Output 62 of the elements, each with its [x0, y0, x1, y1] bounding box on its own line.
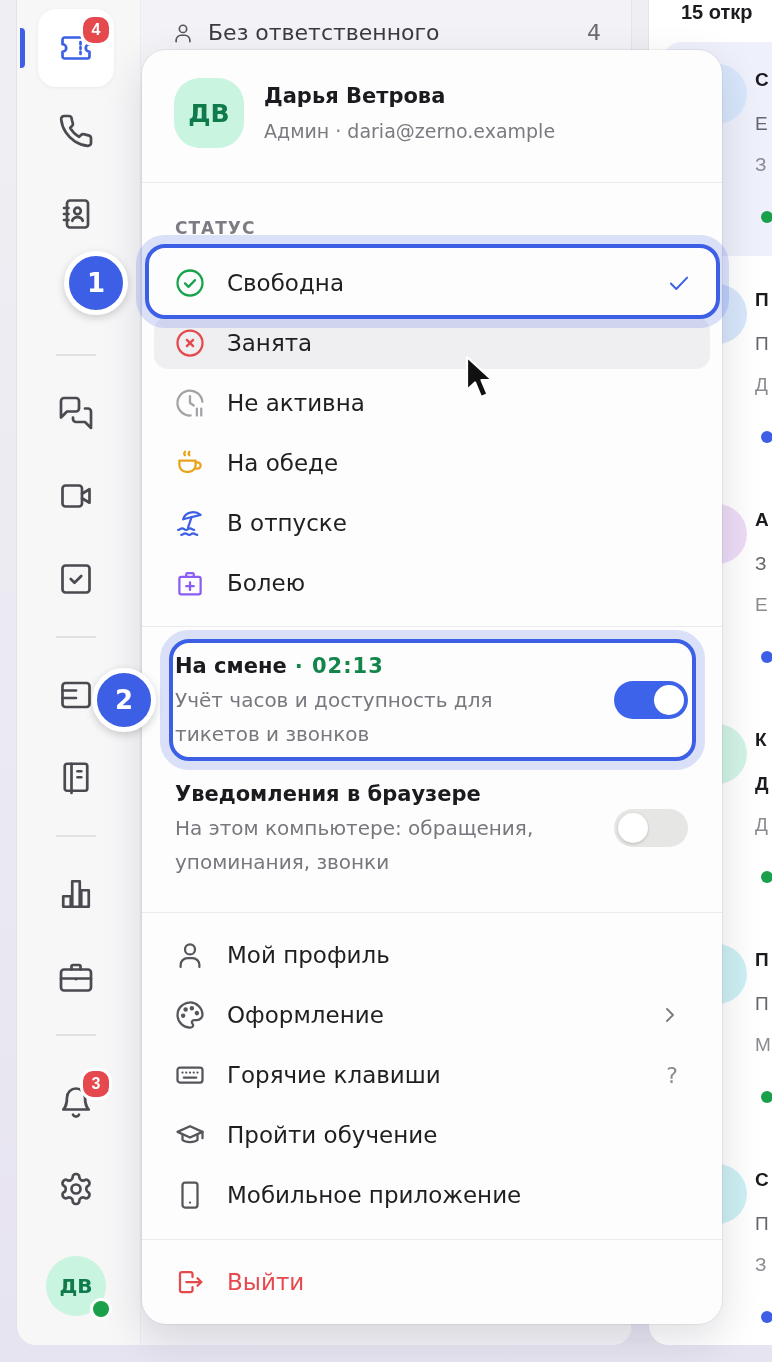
shift-timer: · 02:13	[294, 653, 384, 680]
user-name: Дарья Ветрова	[264, 82, 447, 110]
toggle-switch[interactable]	[614, 681, 688, 719]
ticket-line: М	[755, 1033, 771, 1057]
menu-item[interactable]: Мобильное приложение	[227, 1180, 682, 1210]
ticket-line: Д	[755, 373, 768, 397]
settings-icon	[58, 1171, 94, 1207]
ticket-line: Д	[755, 772, 769, 796]
ticket-line: З	[755, 552, 767, 576]
section-heading: СТАТУС	[174, 218, 257, 238]
queue-label[interactable]: Без ответственного	[208, 20, 440, 46]
checkbox-icon	[58, 561, 94, 597]
ticket-line: Д	[755, 813, 768, 837]
user-avatar[interactable]: ДВ	[46, 1256, 106, 1316]
clock-pause-icon	[175, 388, 205, 418]
phone-icon	[58, 113, 94, 149]
setting-title: Уведомления в браузере	[175, 781, 481, 808]
ticket-line: Е	[755, 112, 768, 136]
ticket-line: Е	[755, 593, 768, 617]
ticket-title: А	[755, 508, 769, 532]
menu-item[interactable]: Горячие клавиши	[227, 1060, 645, 1090]
nav-button[interactable]	[58, 395, 94, 431]
panel-title: 15 откр	[680, 0, 754, 24]
menu-item[interactable]: Пройти обучение	[227, 1120, 682, 1150]
x-circle-icon	[175, 328, 205, 358]
ticket-line: П	[755, 332, 769, 356]
queue-count: 4	[587, 20, 601, 46]
ticket-line: З	[755, 153, 767, 177]
nav-button[interactable]	[58, 113, 94, 149]
logout-item[interactable]: Выйти	[227, 1267, 682, 1297]
setting-description: Учёт часов и доступность для тикетов и звонков	[175, 687, 494, 748]
menu-item[interactable]: Оформление	[227, 1000, 636, 1030]
palette-icon	[175, 1000, 205, 1030]
person-icon	[172, 22, 194, 44]
status-option[interactable]: Не активна	[154, 377, 710, 429]
toggle-switch[interactable]	[614, 809, 688, 847]
chat-bubbles-icon	[58, 395, 94, 431]
count-badge: 3	[80, 1068, 112, 1100]
ticket-line: П	[755, 1212, 769, 1236]
count-badge: 4	[80, 14, 112, 46]
ticket-line: П	[755, 992, 769, 1016]
ticket-title: П	[755, 288, 769, 312]
check-circle-icon	[175, 268, 205, 298]
status-option[interactable]: На обеде	[154, 437, 710, 489]
nav-button[interactable]: 3	[38, 1063, 114, 1141]
shortcut-hint: ?	[666, 1062, 679, 1088]
setting-description: На этом компьютере: обращения, упоминания, звонки	[175, 815, 535, 876]
beach-umbrella-icon	[175, 508, 205, 538]
status-option[interactable]: В отпуске	[154, 497, 710, 549]
ticket-title: К	[755, 728, 767, 752]
nav-button[interactable]	[58, 1171, 94, 1207]
nav-button[interactable]: 4	[38, 9, 114, 87]
ticket-title: С	[755, 68, 769, 92]
ticket-title: П	[755, 948, 769, 972]
ticket-title: С	[755, 1168, 769, 1192]
ticket-line: З	[755, 1253, 767, 1277]
status-option[interactable]: Болею	[154, 557, 710, 609]
user-role-email: Админ · daria@zerno.example	[264, 118, 556, 144]
user-avatar: ДВ	[174, 78, 244, 148]
menu-item[interactable]: Мой профиль	[227, 940, 682, 970]
nav-button[interactable]	[58, 561, 94, 597]
setting-title: На смене	[175, 653, 287, 680]
